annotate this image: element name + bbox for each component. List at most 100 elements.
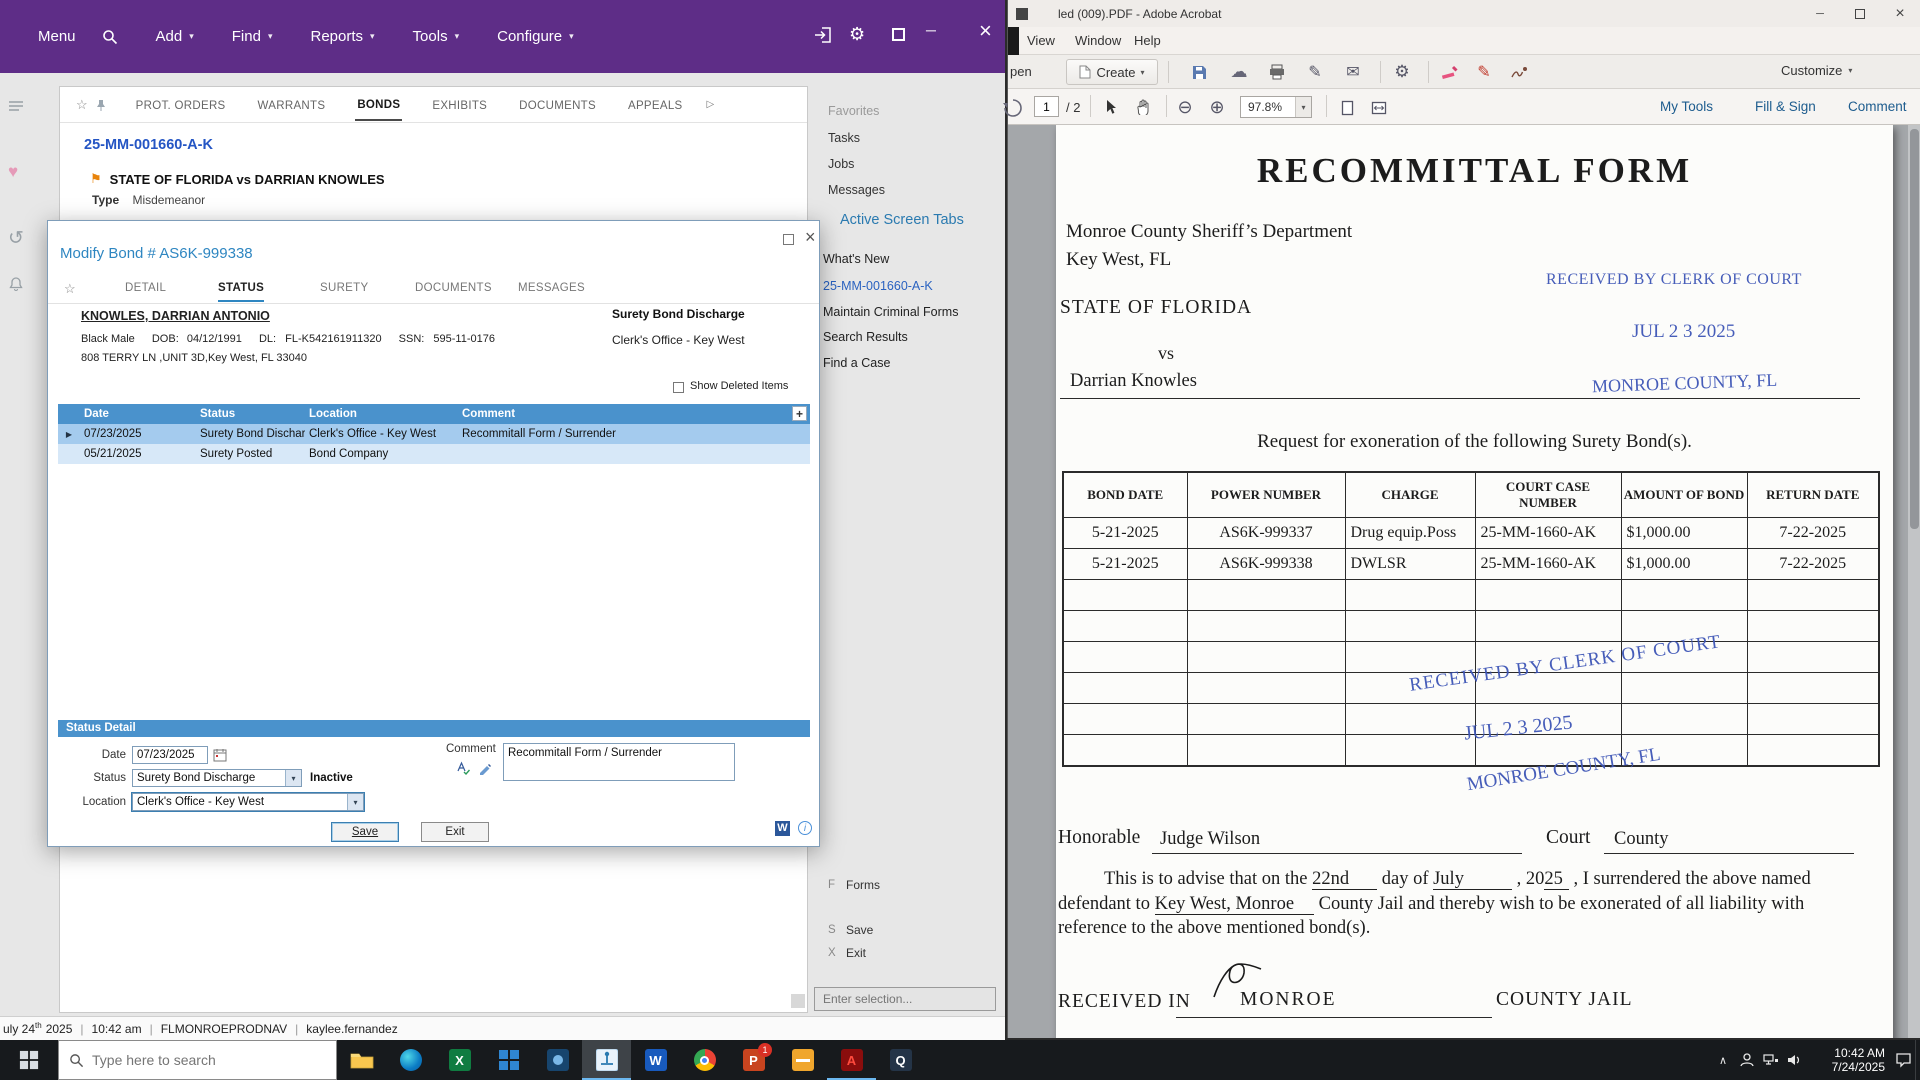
single-page-view-icon[interactable] bbox=[1334, 95, 1360, 121]
start-button[interactable] bbox=[0, 1040, 58, 1080]
info-icon[interactable]: i bbox=[798, 821, 812, 835]
pin-icon[interactable] bbox=[96, 99, 106, 111]
chrome-icon[interactable] bbox=[680, 1040, 729, 1080]
tab-documents[interactable]: DOCUMENTS bbox=[415, 282, 492, 300]
resize-grip[interactable] bbox=[791, 994, 805, 1008]
close-icon[interactable]: × bbox=[979, 20, 992, 42]
excel-icon[interactable]: X bbox=[435, 1040, 484, 1080]
calendar-icon[interactable] bbox=[213, 748, 227, 762]
chevron-down-icon[interactable]: ▾ bbox=[1295, 97, 1311, 117]
menu-configure[interactable]: Configure ▾ bbox=[497, 28, 574, 45]
sidebar-item-jobs[interactable]: Jobs bbox=[828, 157, 854, 171]
tab-appeals[interactable]: APPEALS bbox=[626, 90, 685, 120]
cloud-upload-icon[interactable]: ☁ bbox=[1226, 59, 1252, 85]
edit-icon[interactable]: ✎ bbox=[1302, 59, 1328, 85]
screen-tab-find-a-case[interactable]: Find a Case bbox=[823, 356, 890, 370]
close-icon[interactable]: × bbox=[1880, 0, 1920, 27]
taskbar-search-input[interactable] bbox=[92, 1052, 312, 1068]
heart-icon[interactable]: ♥ bbox=[8, 162, 18, 182]
gear-icon[interactable]: ⚙ bbox=[849, 24, 865, 45]
volume-icon[interactable] bbox=[1783, 1040, 1807, 1080]
acrobat-titlebar[interactable]: led (009).PDF - Adobe Acrobat ─ × bbox=[1008, 0, 1920, 27]
tray-clock[interactable]: 10:42 AM 7/24/2025 bbox=[1813, 1046, 1885, 1074]
screen-tab-maintain-criminal-forms[interactable]: Maintain Criminal Forms bbox=[823, 305, 958, 319]
chevron-down-icon[interactable]: ▾ bbox=[347, 794, 363, 810]
open-button-partial[interactable]: pen bbox=[1010, 64, 1032, 79]
file-explorer-icon[interactable] bbox=[337, 1040, 386, 1080]
tab-documents[interactable]: DOCUMENTS bbox=[517, 90, 598, 120]
menu-view[interactable]: View bbox=[1027, 33, 1055, 48]
customize-button[interactable]: Customize ▾ bbox=[1781, 63, 1852, 78]
list-icon[interactable] bbox=[8, 100, 24, 114]
scrollbar-thumb[interactable] bbox=[1910, 129, 1919, 529]
fit-width-icon[interactable] bbox=[1366, 95, 1392, 121]
word-icon[interactable]: W bbox=[775, 821, 790, 836]
screen-tab-case[interactable]: 25-MM-001660-A-K bbox=[823, 279, 933, 293]
star-icon[interactable]: ☆ bbox=[76, 97, 88, 113]
tab-bonds[interactable]: BONDS bbox=[355, 89, 403, 121]
select-tool-icon[interactable] bbox=[1098, 94, 1124, 120]
show-hidden-icons[interactable]: ∧ bbox=[1711, 1040, 1735, 1080]
shortcut-save[interactable]: Save bbox=[846, 923, 873, 937]
enter-selection-input[interactable] bbox=[814, 987, 996, 1011]
tab-warrants[interactable]: WARRANTS bbox=[256, 90, 328, 120]
powerpoint-icon[interactable]: P 1 bbox=[729, 1040, 778, 1080]
zoom-level-dropdown[interactable]: 97.8% ▾ bbox=[1240, 96, 1312, 118]
star-icon[interactable]: ☆ bbox=[64, 281, 76, 297]
restore-window-icon[interactable] bbox=[892, 28, 905, 41]
hand-tool-icon[interactable] bbox=[1130, 94, 1156, 120]
taskbar-search[interactable] bbox=[58, 1040, 337, 1080]
tab-surety[interactable]: SURETY bbox=[320, 282, 368, 300]
tab-prot-orders[interactable]: PROT. ORDERS bbox=[134, 90, 228, 120]
tab-status[interactable]: STATUS bbox=[218, 282, 265, 302]
fill-sign-link[interactable]: Fill & Sign bbox=[1755, 99, 1816, 114]
menu-add[interactable]: Add ▾ bbox=[156, 28, 194, 45]
print-icon[interactable] bbox=[1264, 59, 1290, 85]
sidebar-item-tasks[interactable]: Tasks bbox=[828, 131, 860, 145]
network-icon[interactable] bbox=[1759, 1040, 1783, 1080]
page-number-input[interactable] bbox=[1034, 96, 1059, 117]
spellcheck-icon[interactable] bbox=[456, 761, 470, 775]
screen-tab-whats-new[interactable]: What's New bbox=[823, 252, 889, 266]
comment-link[interactable]: Comment bbox=[1848, 99, 1907, 114]
grid-row-1[interactable]: ▶ 07/23/2025 Surety Bond Discharge Clerk… bbox=[58, 424, 810, 444]
create-button[interactable]: Create ▾ bbox=[1066, 59, 1158, 85]
case-number-link[interactable]: 25-MM-001660-A-K bbox=[84, 137, 213, 153]
tab-exhibits[interactable]: EXHIBITS bbox=[430, 90, 489, 120]
history-icon[interactable]: ↺ bbox=[8, 227, 24, 250]
scrollbar-track[interactable] bbox=[1908, 125, 1920, 1038]
sticky-notes-icon[interactable] bbox=[778, 1040, 827, 1080]
pdf-viewport[interactable]: RECOMMITTAL FORM Monroe County Sheriff’s… bbox=[1008, 125, 1920, 1038]
previous-view-icon[interactable] bbox=[1000, 95, 1026, 121]
location-dropdown[interactable]: Clerk's Office - Key West ▾ bbox=[131, 792, 365, 812]
tab-detail[interactable]: DETAIL bbox=[125, 282, 166, 300]
sign-out-icon[interactable] bbox=[814, 26, 834, 44]
chevron-down-icon[interactable]: ▾ bbox=[285, 770, 301, 786]
settings-gear-icon[interactable]: ⚙ bbox=[1389, 59, 1415, 85]
q-app-icon[interactable]: Q bbox=[876, 1040, 925, 1080]
email-icon[interactable]: ✉ bbox=[1340, 59, 1366, 85]
menu-window[interactable]: Window bbox=[1075, 33, 1121, 48]
teams-icon[interactable] bbox=[533, 1040, 582, 1080]
date-input[interactable] bbox=[132, 746, 208, 764]
red-pen-icon[interactable]: ✎ bbox=[1471, 59, 1497, 85]
signature-icon[interactable] bbox=[1506, 59, 1532, 85]
sidebar-item-favorites[interactable]: Favorites bbox=[828, 104, 879, 118]
zoom-in-icon[interactable]: ⊕ bbox=[1204, 94, 1230, 120]
minimize-icon[interactable]: ─ bbox=[926, 22, 936, 38]
edit-comment-icon[interactable] bbox=[478, 761, 492, 775]
screen-tab-search-results[interactable]: Search Results bbox=[823, 330, 908, 344]
search-icon[interactable] bbox=[102, 29, 118, 45]
show-deleted-checkbox[interactable] bbox=[673, 382, 684, 393]
maximize-icon[interactable] bbox=[1840, 0, 1880, 27]
edge-icon[interactable] bbox=[386, 1040, 435, 1080]
minimize-icon[interactable]: ─ bbox=[1800, 0, 1840, 27]
grid-row-2[interactable]: 05/21/2025 Surety Posted Bond Company bbox=[58, 444, 810, 464]
tab-messages[interactable]: MESSAGES bbox=[518, 282, 585, 300]
menu-find[interactable]: Find ▾ bbox=[232, 28, 273, 45]
shortcut-forms[interactable]: Forms bbox=[846, 878, 880, 892]
menu-help[interactable]: Help bbox=[1134, 33, 1161, 48]
sidebar-item-messages[interactable]: Messages bbox=[828, 183, 885, 197]
tab-overflow-icon[interactable]: ▷ bbox=[707, 99, 715, 110]
case-app-icon[interactable] bbox=[582, 1040, 631, 1080]
